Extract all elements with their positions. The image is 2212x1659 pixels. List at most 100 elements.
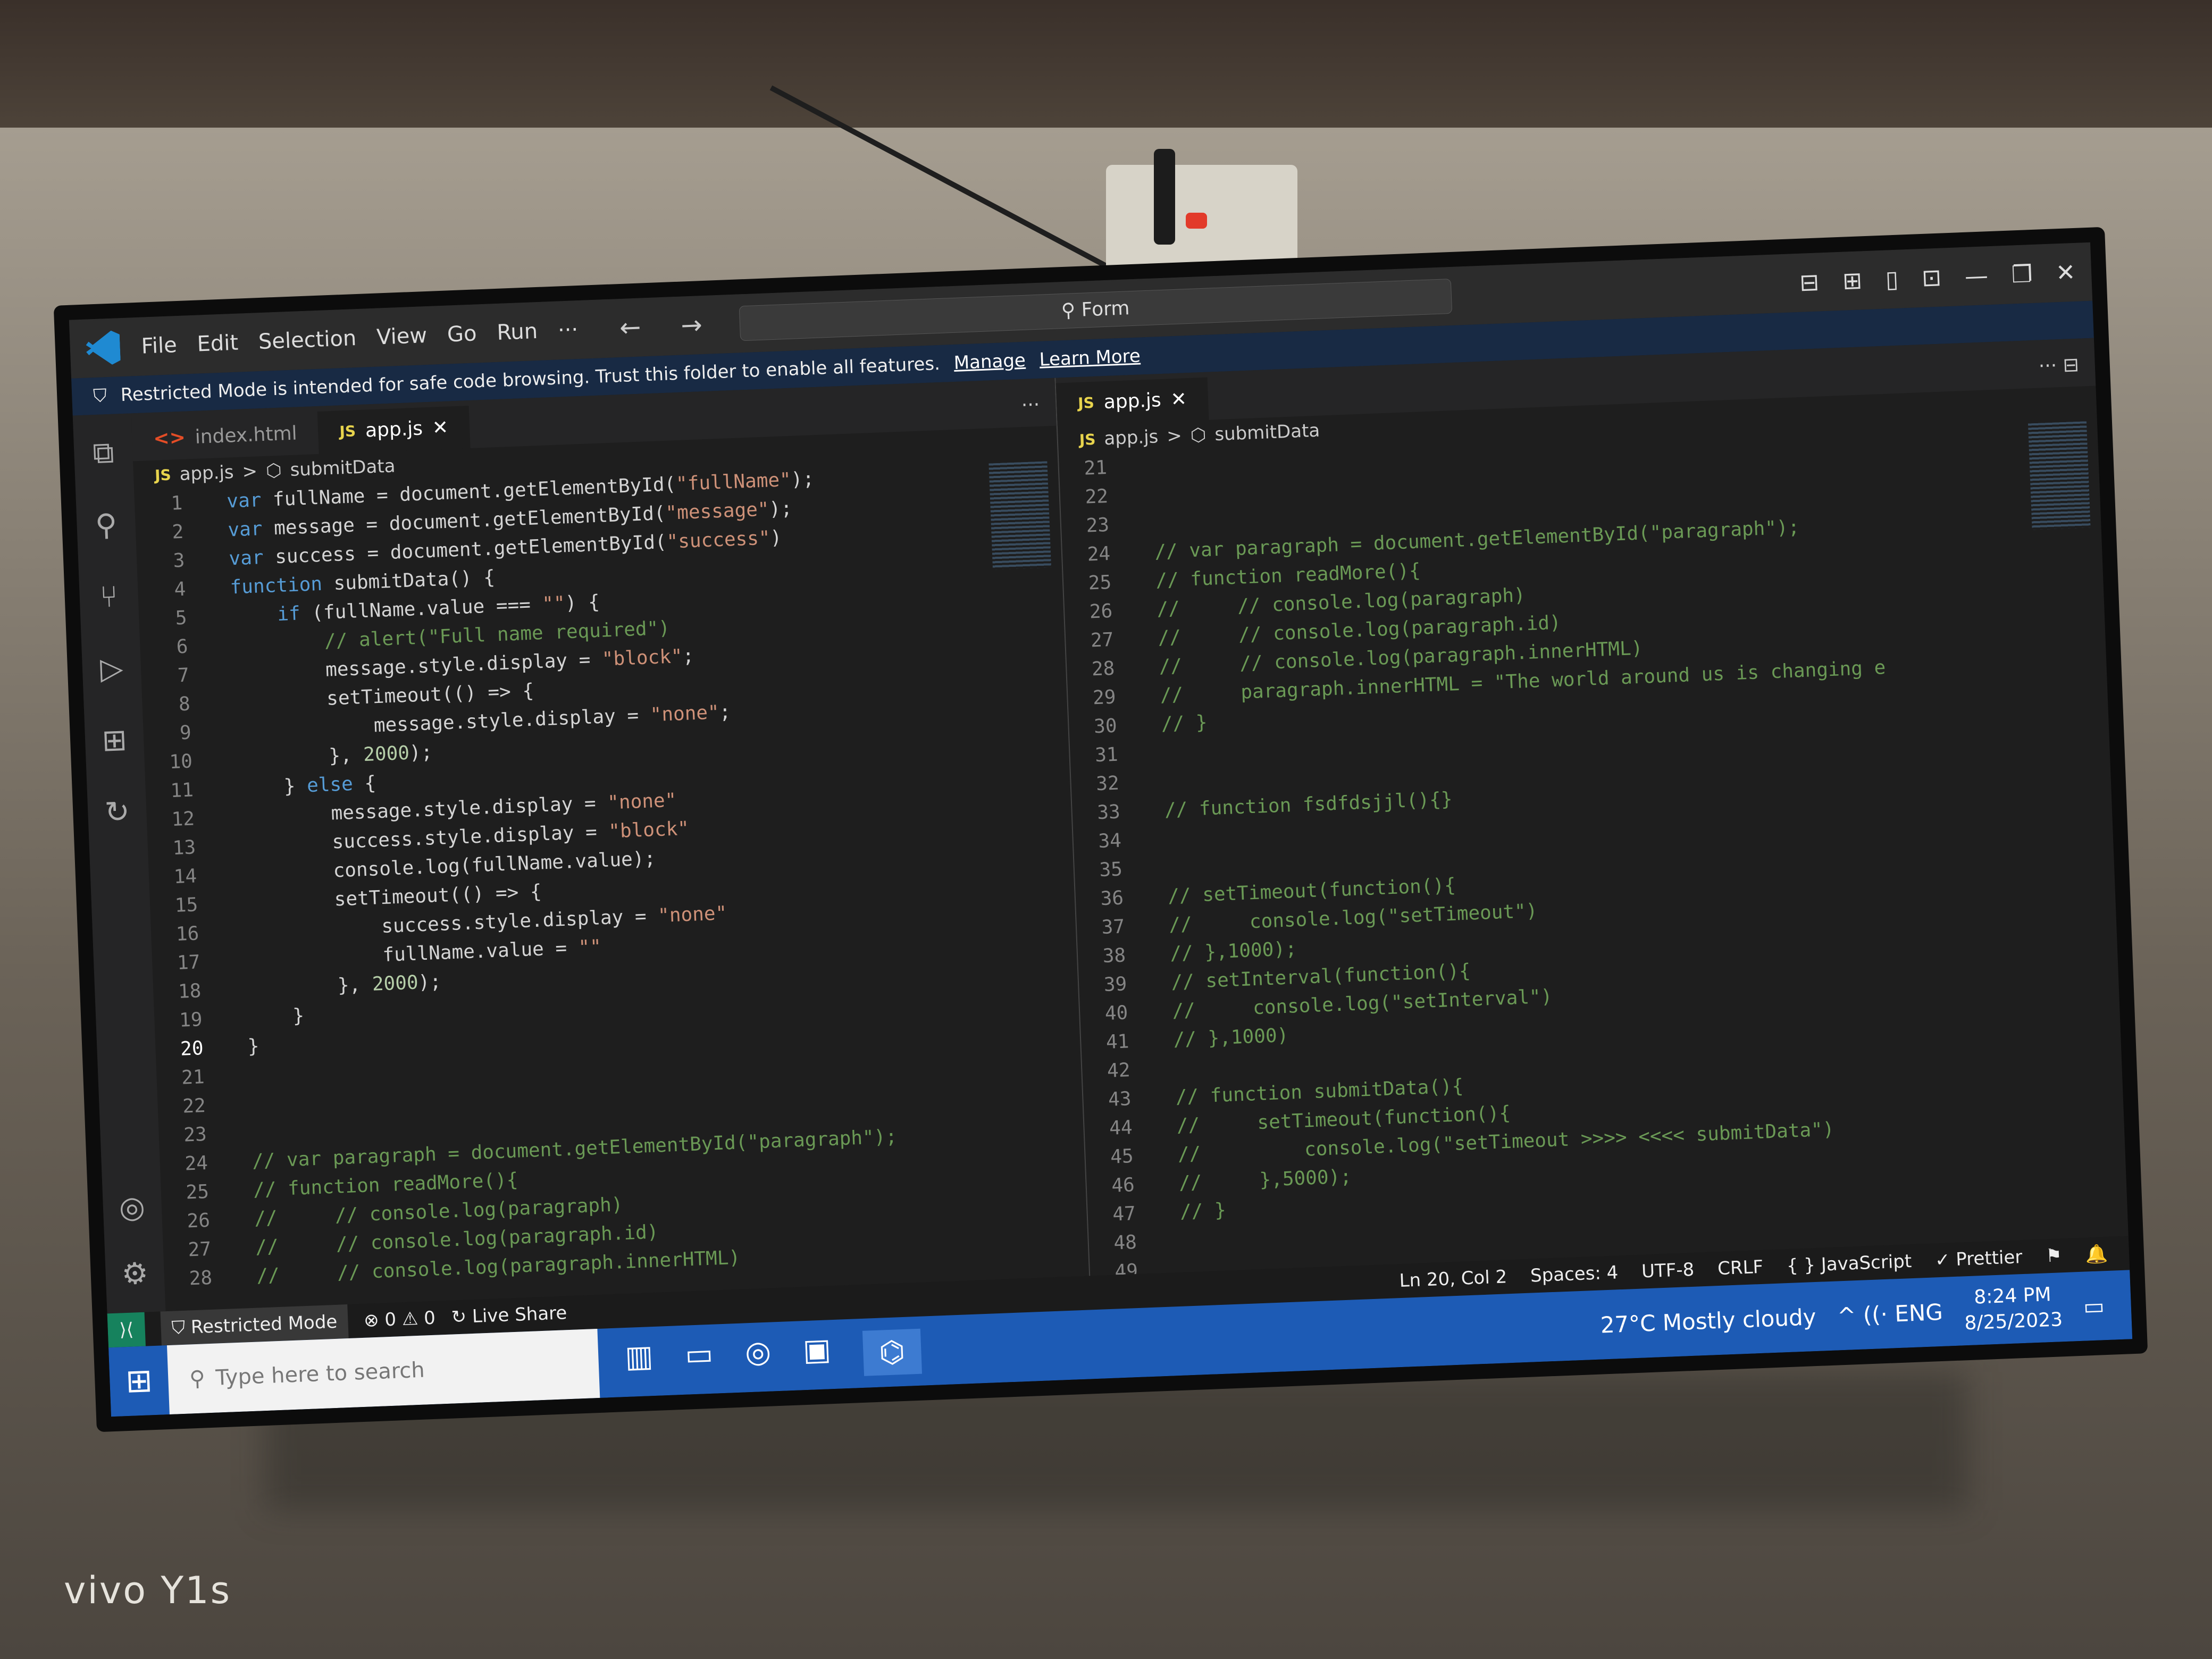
- live-share-icon[interactable]: ↻: [104, 794, 130, 830]
- line-number: 26: [186, 1209, 211, 1233]
- extensions-icon[interactable]: ⊞: [102, 723, 128, 758]
- clock-time: 8:24 PM: [1973, 1284, 2052, 1309]
- layout-panel-icon[interactable]: ⊞: [1842, 267, 1863, 295]
- clock[interactable]: 8:24 PM 8/25/2023: [1963, 1281, 2063, 1336]
- close-tab-icon[interactable]: ✕: [1170, 378, 1187, 421]
- encoding[interactable]: UTF-8: [1641, 1259, 1695, 1283]
- line-text: }: [224, 1035, 260, 1059]
- vscode-window: File Edit Selection View Go Run ··· ← → ⚲ Form…: [69, 242, 2133, 1417]
- tv: File Edit Selection View Go Run ··· ← → ⚲ Form…: [53, 227, 2148, 1432]
- line-number: 3: [172, 549, 186, 572]
- line-number: 38: [1102, 944, 1126, 968]
- tab-app-js[interactable]: JS app.js ✕: [317, 406, 471, 454]
- tray-icons[interactable]: ^ ((· ENG: [1837, 1298, 1943, 1329]
- line-number: 17: [177, 951, 201, 974]
- breadcrumb-symbol[interactable]: submitData: [1214, 420, 1320, 446]
- line-number: 18: [178, 980, 202, 1003]
- minimize-button[interactable]: —: [1964, 262, 1989, 290]
- minimap[interactable]: [2027, 421, 2091, 530]
- search-icon[interactable]: ⚲: [95, 508, 118, 543]
- layout-sidebar-icon[interactable]: ▯: [1885, 265, 1899, 293]
- cursor-position[interactable]: Ln 20, Col 2: [1399, 1266, 1507, 1292]
- notification-center-icon[interactable]: ▭: [2083, 1293, 2105, 1319]
- task-view-icon[interactable]: ▥: [624, 1339, 654, 1385]
- line-number: 35: [1099, 858, 1123, 882]
- live-share-label: Live Share: [472, 1302, 568, 1328]
- menu-bar: File Edit Selection View Go Run ···: [141, 317, 599, 359]
- line-number: 41: [1105, 1030, 1130, 1053]
- accounts-icon[interactable]: ◎: [119, 1189, 147, 1226]
- line-number: 6: [176, 635, 189, 658]
- line-text: // }: [1179, 1199, 1227, 1223]
- code-editor-left[interactable]: 1 var fullName = document.getElementById…: [134, 456, 1089, 1312]
- close-button[interactable]: ✕: [2055, 258, 2076, 286]
- terminal-icon[interactable]: ▣: [802, 1332, 832, 1378]
- menu-item-3[interactable]: View: [376, 323, 428, 350]
- customize-layout-icon[interactable]: ⊡: [1921, 264, 1942, 291]
- line-number: 14: [173, 865, 197, 888]
- menu-item-6[interactable]: ···: [557, 317, 579, 342]
- prettier-status[interactable]: ✓ Prettier: [1934, 1246, 2023, 1271]
- close-tab-icon[interactable]: ✕: [431, 407, 449, 450]
- line-number: 26: [1089, 600, 1113, 623]
- line-number: 16: [175, 923, 200, 945]
- weather-widget[interactable]: 27°C Mostly cloudy: [1600, 1304, 1816, 1338]
- tab-index-html[interactable]: <> index.html: [131, 412, 319, 461]
- indentation[interactable]: Spaces: 4: [1530, 1262, 1619, 1286]
- symbol-method-icon: ⬡: [265, 459, 282, 482]
- breadcrumb-file[interactable]: app.js: [1104, 426, 1159, 449]
- nav-arrows[interactable]: ← →: [619, 309, 719, 343]
- line-ending[interactable]: CRLF: [1717, 1256, 1763, 1279]
- settings-gear-icon[interactable]: ⚙: [121, 1256, 149, 1292]
- menu-item-4[interactable]: Go: [447, 321, 477, 347]
- breadcrumb-symbol[interactable]: submitData: [290, 455, 396, 481]
- restore-button[interactable]: ❐: [2011, 260, 2033, 288]
- menu-item-2[interactable]: Selection: [258, 326, 357, 354]
- notifications-bell-icon[interactable]: 🔔: [2085, 1243, 2108, 1266]
- symbol-method-icon: ⬡: [1189, 424, 1207, 446]
- line-number: 25: [185, 1180, 210, 1204]
- live-share-status[interactable]: ↻ Live Share: [451, 1302, 567, 1328]
- layout-toggle-icon[interactable]: ⊟: [1799, 269, 1820, 296]
- more-actions-icon[interactable]: ···: [1004, 383, 1056, 428]
- language-mode[interactable]: { } JavaScript: [1786, 1251, 1912, 1277]
- line-number: 8: [178, 693, 191, 716]
- breadcrumb-file[interactable]: app.js: [179, 462, 234, 485]
- menu-item-1[interactable]: Edit: [197, 331, 239, 357]
- remote-indicator-icon[interactable]: ⟩⟨: [107, 1312, 146, 1348]
- manage-link[interactable]: Manage: [953, 350, 1026, 374]
- line-number: 10: [169, 750, 193, 774]
- line-number: 11: [170, 779, 194, 802]
- chrome-icon[interactable]: ◎: [744, 1334, 772, 1380]
- tab-app-js[interactable]: JS app.js ✕: [1055, 377, 1209, 426]
- file-explorer-icon[interactable]: ▭: [684, 1336, 714, 1382]
- line-number: 40: [1104, 1002, 1129, 1025]
- line-number: 15: [174, 894, 198, 917]
- command-center-label: Form: [1080, 297, 1130, 321]
- explorer-icon[interactable]: ⧉: [92, 435, 114, 471]
- line-number: 27: [187, 1238, 212, 1261]
- code-editor-right[interactable]: 21 22 23 24 // var paragraph = document.get…: [1059, 416, 2129, 1276]
- split-more-actions-icon[interactable]: ··· ⊟: [2022, 343, 2096, 389]
- vscode-taskbar-icon[interactable]: ⌬: [862, 1328, 922, 1376]
- menu-item-0[interactable]: File: [141, 333, 178, 359]
- line-number: 30: [1093, 715, 1118, 738]
- menu-item-5[interactable]: Run: [497, 319, 538, 345]
- line-number: 49: [1114, 1260, 1138, 1276]
- windows-start-icon[interactable]: ⊞: [109, 1361, 169, 1401]
- line-number: 23: [1085, 514, 1110, 537]
- line-text: // },1000): [1172, 1024, 1289, 1051]
- line-number: 37: [1101, 916, 1125, 939]
- line-number: 23: [183, 1123, 207, 1146]
- source-control-icon[interactable]: ⑂: [99, 580, 119, 615]
- problems-indicator[interactable]: ⊗ 0 ⚠ 0: [363, 1308, 435, 1331]
- minimap[interactable]: [988, 461, 1052, 570]
- line-number: 48: [1113, 1231, 1137, 1254]
- line-number: 47: [1112, 1203, 1136, 1226]
- html-file-icon: <>: [153, 426, 186, 450]
- learn-more-link[interactable]: Learn More: [1039, 345, 1141, 370]
- line-number: 24: [184, 1152, 208, 1175]
- search-icon: ⚲: [189, 1366, 206, 1392]
- feedback-icon[interactable]: ⚑: [2046, 1245, 2063, 1267]
- run-debug-icon[interactable]: ▷: [99, 651, 124, 686]
